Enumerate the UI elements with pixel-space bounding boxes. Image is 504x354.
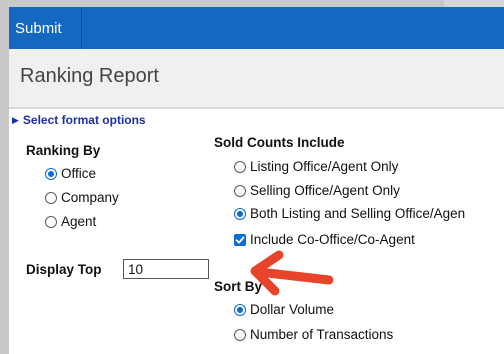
display-top-label: Display Top [26,262,102,277]
radio-icon [45,215,57,228]
ranking-by-office-radio[interactable]: Office [45,166,96,181]
radio-label: Selling Office/Agent Only [250,183,400,198]
select-format-options-link[interactable]: ▶ Select format options [12,113,146,127]
radio-icon [234,184,246,197]
radio-icon [234,303,246,316]
sort-dollar-volume-radio[interactable]: Dollar Volume [234,302,334,317]
radio-label: Agent [61,214,97,229]
sold-selling-only-radio[interactable]: Selling Office/Agent Only [234,183,400,198]
radio-label: Dollar Volume [250,302,335,317]
format-options-label: Select format options [22,113,146,127]
radio-icon [234,328,246,341]
radio-label: Company [61,190,119,205]
radio-label: Office [61,166,97,181]
radio-icon [45,191,57,204]
display-top-input[interactable] [123,259,209,279]
ranking-by-agent-radio[interactable]: Agent [45,214,96,229]
radio-label: Listing Office/Agent Only [250,159,399,174]
sold-counts-label: Sold Counts Include [214,135,345,150]
sort-number-of-transactions-radio[interactable]: Number of Transactions [234,327,393,342]
radio-icon [234,207,246,220]
checkbox-icon [234,233,246,246]
include-co-office-checkbox[interactable]: Include Co-Office/Co-Agent [234,232,415,247]
ranking-by-label: Ranking By [26,143,101,158]
triangle-right-icon: ▶ [12,114,19,125]
sold-listing-only-radio[interactable]: Listing Office/Agent Only [234,159,398,174]
ranking-by-company-radio[interactable]: Company [45,190,119,205]
page-header: Ranking Report [9,49,504,109]
radio-label: Number of Transactions [250,327,394,342]
checkbox-label: Include Co-Office/Co-Agent [250,232,415,247]
checkmark-icon [235,236,245,243]
radio-icon [234,160,246,173]
report-panel: Submit Ranking Report ▶ Select format op… [9,7,504,354]
radio-label: Both Listing and Selling Office/Agen [250,206,466,221]
page-title: Ranking Report [20,65,159,87]
toolbar: Submit [9,7,504,49]
submit-button[interactable]: Submit [9,7,82,49]
sold-both-radio[interactable]: Both Listing and Selling Office/Agen [234,206,465,221]
arrow-annotation-icon [250,250,334,296]
radio-icon [45,167,57,180]
